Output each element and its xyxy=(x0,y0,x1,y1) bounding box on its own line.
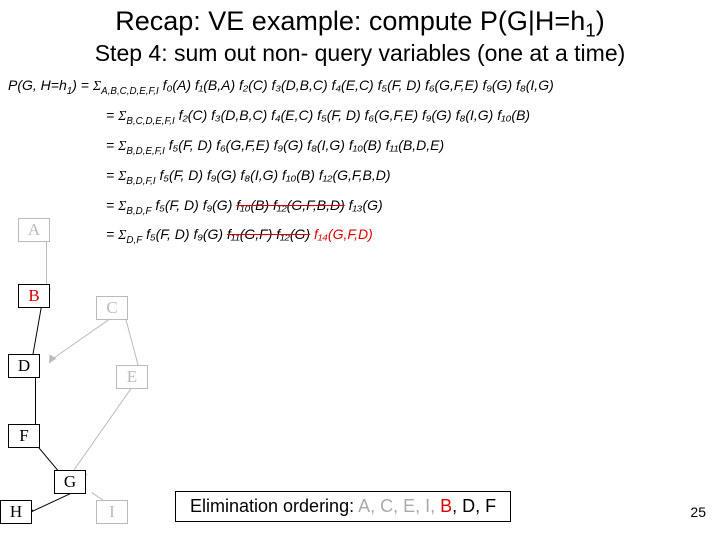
eq5-p3: f₁₄(G,F,D) xyxy=(314,226,373,242)
elimination-ordering-box: Elimination ordering: A, C, E, I, B, D, … xyxy=(175,491,511,522)
eq-line-2: = ΣB,D,E,F,I f₅(F, D) f₆(G,F,E) f₉(G) f₈… xyxy=(106,137,720,157)
eq-lhs: P(G, H=h xyxy=(8,77,67,93)
eq-line-1: = ΣB,C,D,E,F,I f₂(C) f₃(D,B,C) f₄(E,C) f… xyxy=(106,107,720,127)
node-a: A xyxy=(18,218,50,242)
node-d: D xyxy=(8,354,40,378)
node-i: I xyxy=(96,500,128,524)
edge-e-g xyxy=(69,387,132,476)
slide-subtitle: Step 4: sum out non- query variables (on… xyxy=(0,40,720,67)
page-number: 25 xyxy=(690,504,706,520)
sum-sub-0: A,B,C,D,E,F,I xyxy=(101,86,159,97)
eq-body-0: f₀(A) f₁(B,A) f₂(C) f₃(D,B,C) f₄(E,C) f₅… xyxy=(163,77,554,93)
eq4-p2: f₁₃(G) xyxy=(345,197,383,213)
footer-label: Elimination ordering: xyxy=(190,496,358,516)
title-post: ) xyxy=(596,6,605,36)
footer-gray: A, C, E, I, xyxy=(358,496,440,516)
node-e: E xyxy=(116,365,148,389)
sum-sub-2: B,D,E,F,I xyxy=(126,146,164,157)
eq-body-3: f₅(F, D) f₉(G) f₈(I,G) f₁₀(B) f₁₂(G,F,B,… xyxy=(160,167,391,183)
footer-rest: , D, F xyxy=(452,496,496,516)
title-expr: P(G|H=h xyxy=(480,6,585,36)
title-sub: 1 xyxy=(585,20,596,41)
eq4-p1: f₁₀(B) f₁₂(G,F,B,D) xyxy=(236,197,344,213)
edge-c-d xyxy=(52,317,112,359)
eq-line-0: P(G, H=h1) = ΣA,B,C,D,E,F,I f₀(A) f₁(B,A… xyxy=(8,77,720,97)
node-f: F xyxy=(8,424,40,448)
title-text: Recap: VE example: compute xyxy=(115,6,480,36)
slide-title: Recap: VE example: compute P(G|H=h1) xyxy=(0,0,720,42)
sum-sub-1: B,C,D,E,F,I xyxy=(126,116,174,127)
bayes-net-graph: A B C D E F G H I xyxy=(0,210,200,530)
node-h: H xyxy=(0,500,32,524)
eq-line-3: = ΣB,D,F,I f₅(F, D) f₉(G) f₈(I,G) f₁₀(B)… xyxy=(106,167,720,187)
eq-body-2: f₅(F, D) f₆(G,F,E) f₉(G) f₈(I,G) f₁₀(B) … xyxy=(169,137,444,153)
footer-red: B xyxy=(440,496,452,516)
eq-body-1: f₂(C) f₃(D,B,C) f₄(E,C) f₅(F, D) f₆(G,F,… xyxy=(179,107,531,123)
eq5-p1: f₁₁(G,F) f₁₂(G) xyxy=(227,226,310,242)
sum-sub-3: B,D,F,I xyxy=(126,176,155,187)
node-c: C xyxy=(96,296,128,320)
node-g: G xyxy=(54,470,86,494)
node-b: B xyxy=(18,284,50,308)
